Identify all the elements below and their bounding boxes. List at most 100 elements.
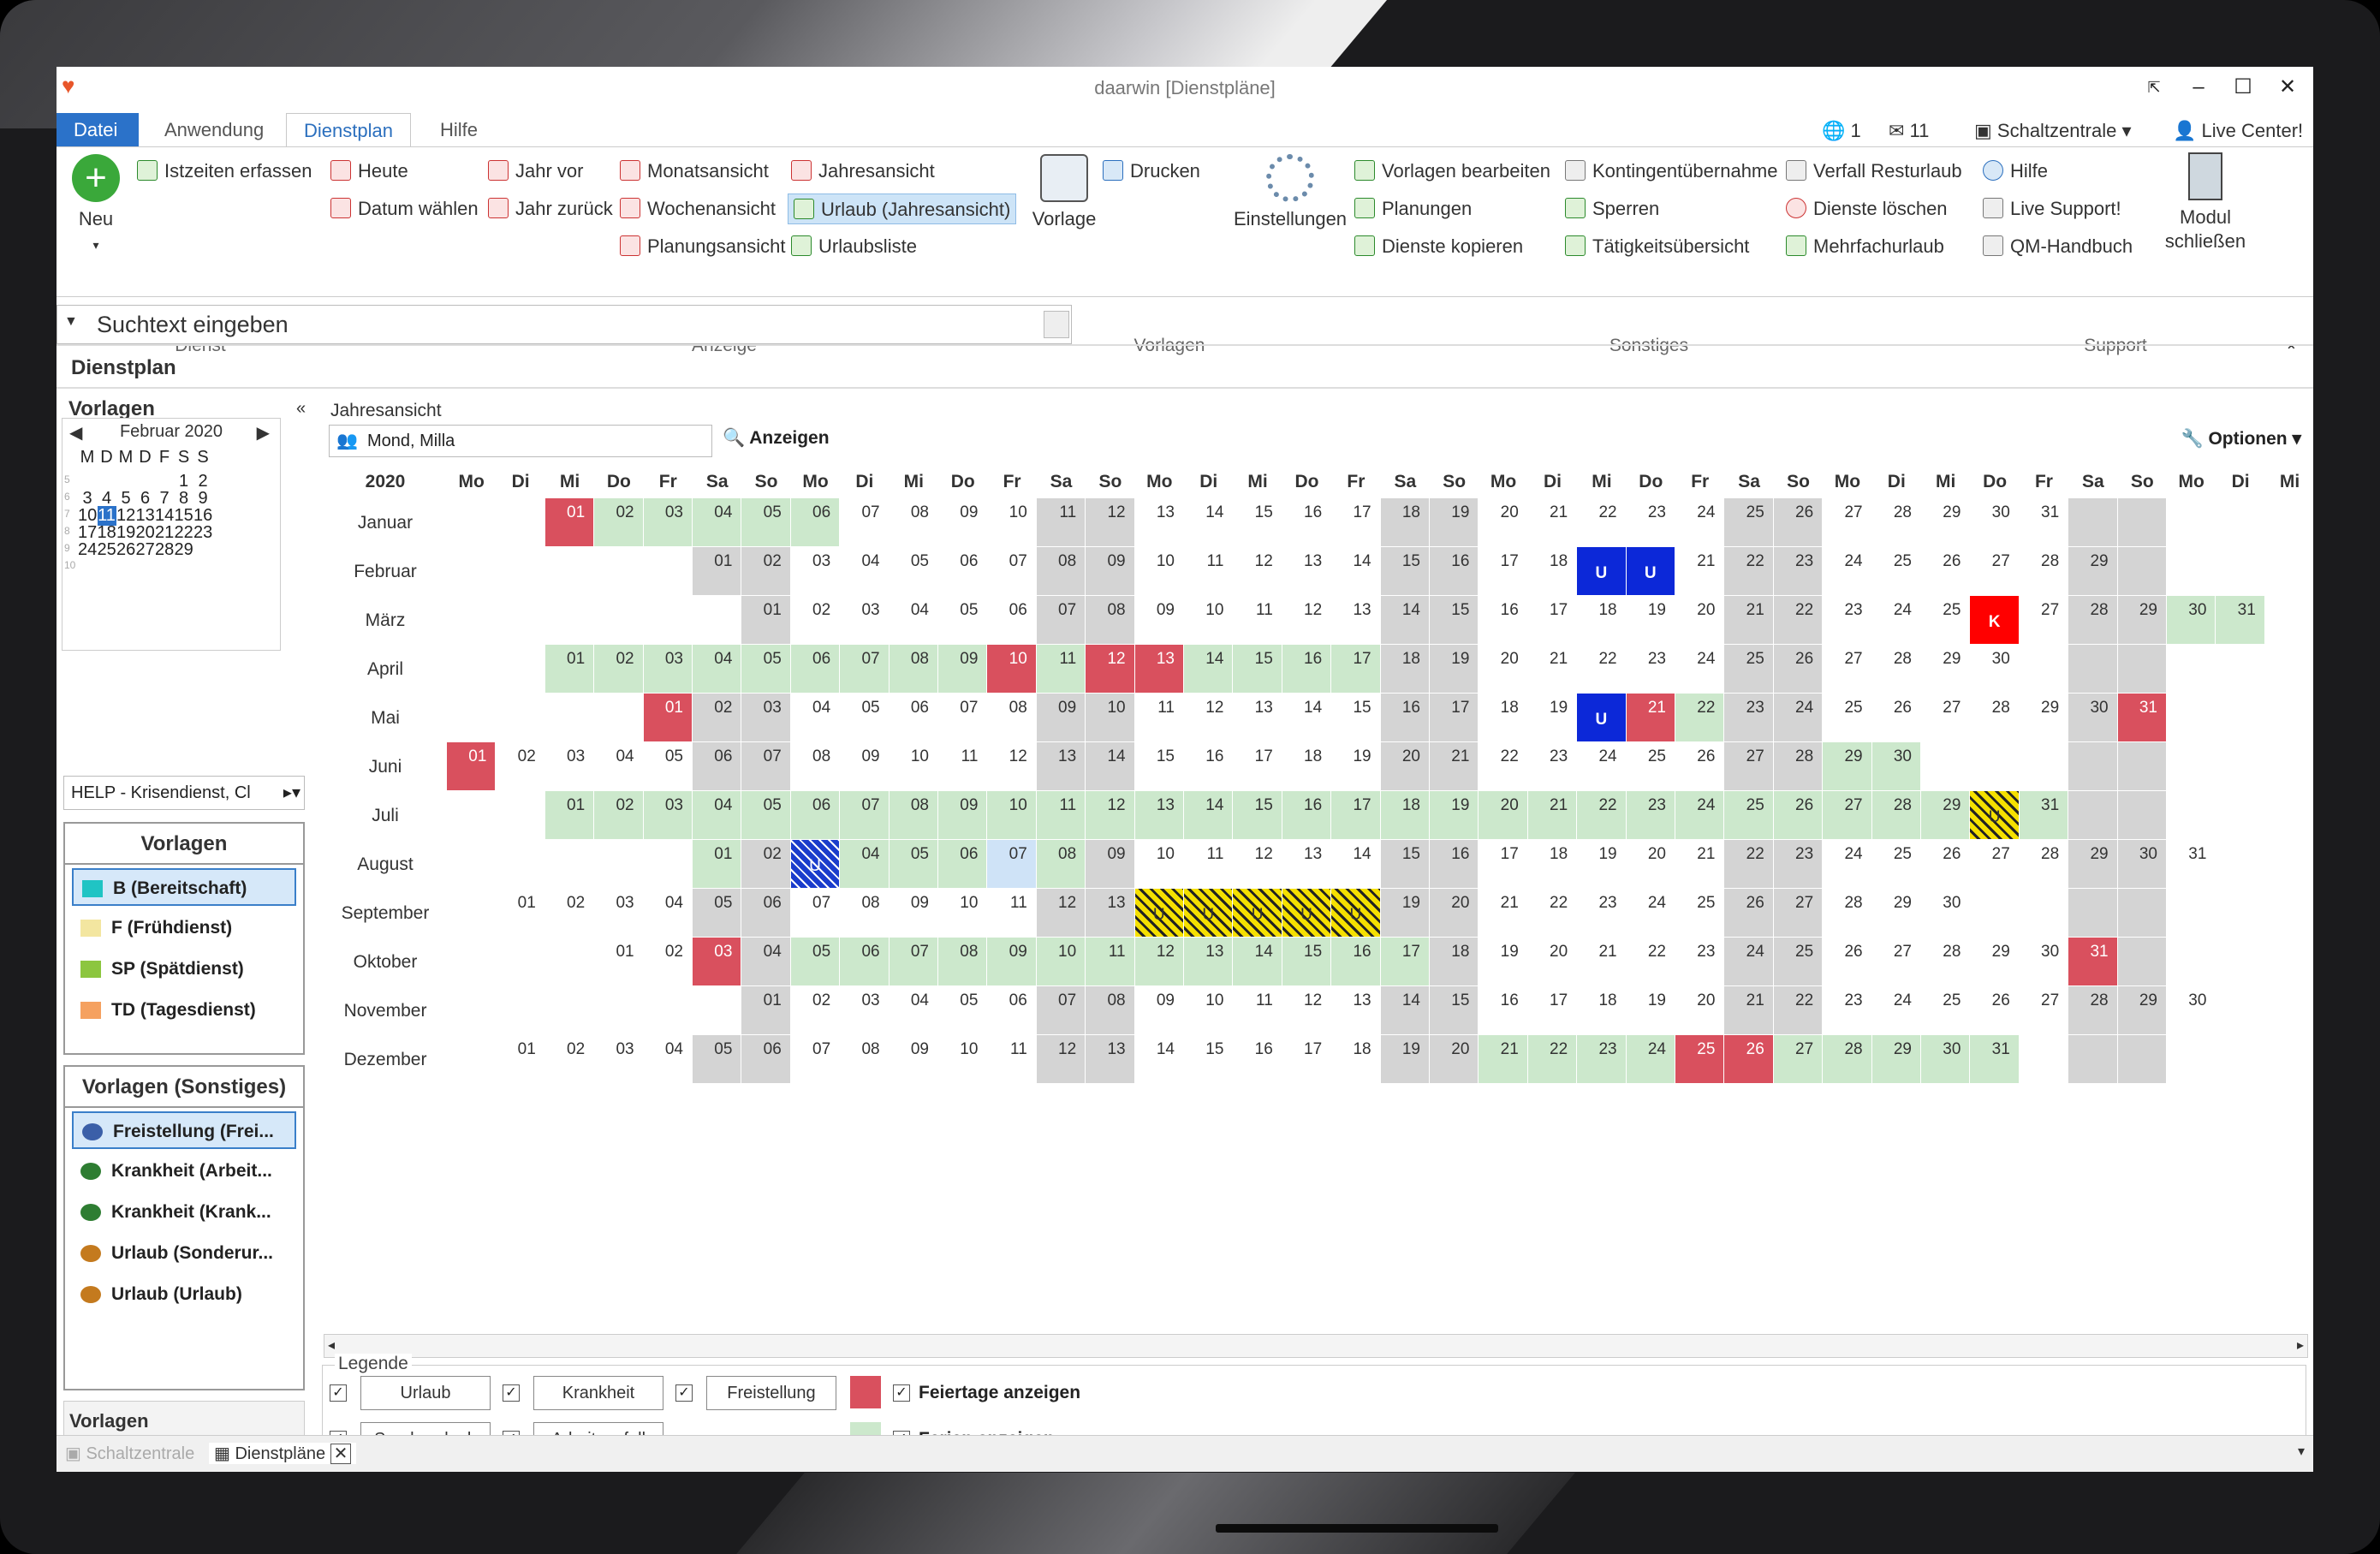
- day-cell[interactable]: 24: [1773, 694, 1823, 741]
- day-cell[interactable]: 07: [791, 889, 839, 937]
- day-cell[interactable]: 24: [1724, 938, 1773, 985]
- day-cell[interactable]: 31: [1970, 1035, 2019, 1083]
- day-cell[interactable]: 06: [790, 791, 840, 839]
- day-cell[interactable]: 20: [1627, 840, 1675, 888]
- day-cell[interactable]: 19: [1577, 840, 1625, 888]
- day-cell[interactable]: 09: [890, 889, 937, 937]
- day-cell[interactable]: 05: [693, 889, 741, 937]
- day-cell[interactable]: 02: [644, 938, 692, 985]
- day-cell[interactable]: 14: [1380, 986, 1429, 1034]
- vorlage-sonstiges-item[interactable]: Freistellung (Frei...: [72, 1111, 296, 1149]
- day-cell[interactable]: 09: [1086, 547, 1134, 595]
- day-cell[interactable]: 16: [1479, 986, 1526, 1034]
- day-cell[interactable]: 25: [1724, 645, 1773, 693]
- day-cell[interactable]: 03: [545, 742, 593, 790]
- day-cell[interactable]: 17: [1233, 742, 1281, 790]
- day-cell[interactable]: 19: [1331, 742, 1379, 790]
- day-cell[interactable]: 06: [840, 938, 889, 985]
- day-cell[interactable]: 13: [1086, 1035, 1134, 1083]
- day-cell[interactable]: 24: [1872, 986, 1920, 1034]
- day-cell[interactable]: 08: [840, 889, 888, 937]
- urlaub-jahresansicht-button[interactable]: Urlaub (Jahresansicht): [788, 194, 1017, 224]
- status-menu-icon[interactable]: ▾: [2298, 1443, 2305, 1460]
- day-cell[interactable]: 30: [1921, 889, 1969, 937]
- day-cell[interactable]: 27: [1823, 791, 1871, 839]
- day-cell[interactable]: 02: [791, 596, 839, 644]
- day-cell[interactable]: 23: [1577, 889, 1625, 937]
- monatsansicht-button[interactable]: Monatsansicht: [620, 156, 769, 187]
- day-cell[interactable]: 04: [644, 1035, 692, 1083]
- day-cell[interactable]: 10: [1036, 938, 1086, 985]
- day-cell[interactable]: 10: [1086, 694, 1134, 741]
- day-cell[interactable]: 21: [1479, 889, 1526, 937]
- scroll-left-icon[interactable]: ◂: [328, 1337, 335, 1354]
- day-cell[interactable]: 18: [1331, 1035, 1379, 1083]
- day-cell[interactable]: 04: [840, 840, 889, 888]
- day-cell[interactable]: 18: [1380, 645, 1429, 693]
- optionen-button[interactable]: 🔧 Optionen ▾: [2181, 428, 2301, 450]
- day-cell[interactable]: 25: [1724, 498, 1773, 546]
- minimize-button[interactable]: –: [2173, 72, 2224, 103]
- day-cell[interactable]: 26: [1872, 694, 1920, 741]
- day-cell[interactable]: 27: [1773, 1035, 1823, 1083]
- day-cell[interactable]: 20: [1479, 498, 1526, 546]
- day-cell[interactable]: 10: [938, 889, 986, 937]
- day-cell[interactable]: 27: [2020, 596, 2068, 644]
- day-cell[interactable]: 05: [938, 596, 986, 644]
- tab-datei[interactable]: Datei: [57, 113, 139, 147]
- day-cell[interactable]: 12: [1233, 840, 1281, 888]
- day-cell[interactable]: 05: [938, 986, 986, 1034]
- day-cell[interactable]: 15: [1233, 645, 1282, 693]
- day-cell[interactable]: 06: [987, 986, 1035, 1034]
- day-cell[interactable]: 28: [1970, 694, 2018, 741]
- day-cell[interactable]: 09: [1135, 986, 1183, 1034]
- day-cell[interactable]: 25: [1675, 1035, 1724, 1083]
- day-cell[interactable]: 02: [791, 986, 839, 1034]
- day-cell[interactable]: 28: [1871, 791, 1920, 839]
- day-cell[interactable]: 10: [938, 1035, 986, 1083]
- vorlage-item[interactable]: TD (Tagesdienst): [72, 991, 296, 1029]
- day-cell[interactable]: 11: [987, 889, 1035, 937]
- day-cell[interactable]: 05: [890, 547, 937, 595]
- day-cell[interactable]: 26: [1773, 645, 1823, 693]
- day-cell[interactable]: 08: [987, 694, 1035, 741]
- day-cell[interactable]: 29: [1921, 498, 1969, 546]
- day-cell[interactable]: 12: [1086, 645, 1134, 693]
- day-cell[interactable]: 14: [1282, 694, 1330, 741]
- day-cell[interactable]: 16: [1282, 645, 1331, 693]
- day-cell[interactable]: 27: [1872, 938, 1920, 985]
- day-cell[interactable]: 06: [890, 694, 937, 741]
- day-cell[interactable]: 19: [1627, 596, 1675, 644]
- day-cell[interactable]: 14: [1380, 596, 1429, 644]
- day-cell[interactable]: 26: [1921, 547, 1969, 595]
- horizontal-scrollbar[interactable]: ◂ ▸: [324, 1334, 2308, 1358]
- day-cell[interactable]: 29: [2068, 840, 2117, 888]
- day-cell[interactable]: 04: [791, 694, 839, 741]
- day-cell[interactable]: 27: [1773, 889, 1823, 937]
- day-cell[interactable]: 24: [1627, 889, 1675, 937]
- day-cell[interactable]: 02: [594, 645, 643, 693]
- search-input[interactable]: Suchtext eingeben: [97, 312, 289, 338]
- einstellungen-button[interactable]: Einstellungen: [1226, 154, 1354, 231]
- day-cell[interactable]: 03: [594, 1035, 642, 1083]
- modul-schliessen-button[interactable]: Modul schließen: [2154, 152, 2257, 253]
- day-cell[interactable]: 30: [2167, 986, 2215, 1034]
- day-cell[interactable]: 28: [1823, 889, 1871, 937]
- day-cell[interactable]: 22: [1773, 986, 1823, 1034]
- day-cell[interactable]: 12: [1184, 694, 1232, 741]
- day-cell[interactable]: 09: [938, 645, 987, 693]
- day-cell[interactable]: 18: [1577, 986, 1625, 1034]
- day-cell[interactable]: 15: [1233, 498, 1281, 546]
- day-cell[interactable]: 25: [1872, 547, 1920, 595]
- wochenansicht-button[interactable]: Wochenansicht: [620, 194, 776, 224]
- day-cell[interactable]: 11: [1086, 938, 1134, 985]
- day-cell[interactable]: 12: [1036, 1035, 1086, 1083]
- day-cell[interactable]: 27: [1724, 742, 1773, 790]
- day-cell[interactable]: 22: [1527, 1035, 1577, 1083]
- day-cell[interactable]: 04: [840, 547, 888, 595]
- day-cell[interactable]: 10: [987, 791, 1036, 839]
- mini-day[interactable]: 24: [78, 540, 97, 560]
- day-cell[interactable]: 13: [1036, 742, 1086, 790]
- day-cell[interactable]: 23: [1773, 840, 1823, 888]
- freistellung-legend[interactable]: Freistellung: [706, 1376, 836, 1410]
